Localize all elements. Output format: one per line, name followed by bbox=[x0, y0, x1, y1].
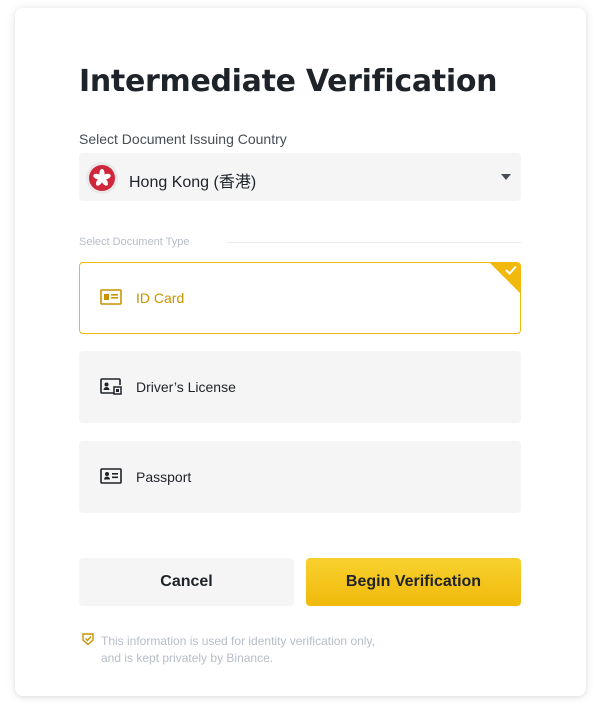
document-option-id-card[interactable]: ID Card bbox=[79, 262, 521, 334]
privacy-notice-line: and is kept privately by Binance. bbox=[101, 651, 274, 665]
document-option-passport[interactable]: Passport bbox=[79, 441, 521, 513]
privacy-notice-line: This information is used for identity ve… bbox=[101, 634, 375, 648]
document-type-label: Select Document Type bbox=[79, 236, 190, 248]
divider bbox=[227, 242, 521, 243]
passport-icon bbox=[100, 468, 122, 484]
country-select[interactable]: Hong Kong (香港) bbox=[79, 153, 521, 201]
hong-kong-flag-icon bbox=[89, 165, 115, 191]
document-type-header: Select Document Type bbox=[79, 236, 521, 250]
id-card-icon bbox=[100, 289, 122, 305]
privacy-notice: This information is used for identity ve… bbox=[101, 633, 431, 667]
begin-verification-button[interactable]: Begin Verification bbox=[306, 558, 521, 606]
document-option-drivers-license[interactable]: Driver’s License bbox=[79, 351, 521, 423]
document-option-label: Driver’s License bbox=[136, 379, 236, 395]
document-option-label: ID Card bbox=[136, 290, 185, 306]
document-option-label: Passport bbox=[136, 469, 192, 485]
page-title: Intermediate Verification bbox=[79, 64, 498, 99]
check-icon bbox=[505, 265, 517, 275]
country-name: Hong Kong (香港) bbox=[129, 174, 257, 191]
country-label: Select Document Issuing Country bbox=[79, 131, 287, 147]
drivers-license-icon bbox=[100, 378, 122, 395]
cancel-button[interactable]: Cancel bbox=[79, 558, 294, 606]
caret-down-icon bbox=[501, 174, 511, 180]
shield-check-icon bbox=[82, 633, 94, 646]
